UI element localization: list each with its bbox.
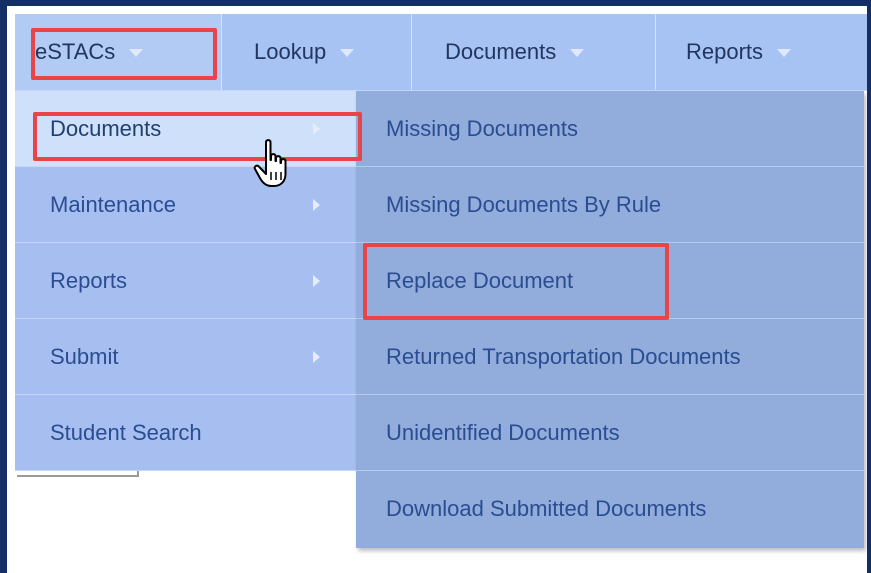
estacs-menu-item-submit[interactable]: Submit [15, 319, 356, 395]
hand-pointer-icon [253, 139, 287, 187]
documents-submenu: Missing Documents Missing Documents By R… [356, 91, 864, 548]
estacs-menu-item-maintenance[interactable]: Maintenance [15, 167, 356, 243]
estacs-menu-item-label: Maintenance [50, 191, 176, 217]
menu-estacs-label: eSTACs [35, 39, 116, 64]
estacs-dropdown-menu: Documents Maintenance Reports Submit Stu… [15, 91, 356, 471]
submenu-arrow-icon [313, 275, 320, 287]
menu-reports-label: Reports [686, 39, 764, 64]
menu-estacs[interactable]: eSTACs [15, 14, 221, 90]
menu-documents[interactable]: Documents [411, 14, 655, 90]
menu-lookup[interactable]: Lookup [221, 14, 411, 90]
screenshot-frame: eSTACs Lookup Documents Reports Document… [0, 0, 871, 573]
menu-documents-label: Documents [445, 39, 557, 64]
estacs-menu-item-label: Student Search [50, 419, 202, 445]
caret-down-icon [129, 49, 144, 57]
submenu-item-label: Replace Document [386, 267, 574, 293]
estacs-menu-item-label: Reports [50, 267, 128, 293]
submenu-item-missing-documents-by-rule[interactable]: Missing Documents By Rule [356, 167, 864, 243]
submenu-arrow-icon [313, 351, 320, 363]
submenu-item-download-submitted-documents[interactable]: Download Submitted Documents [356, 471, 864, 547]
submenu-item-label: Missing Documents By Rule [386, 191, 662, 217]
estacs-menu-item-student-search[interactable]: Student Search [15, 395, 356, 471]
submenu-item-label: Returned Transportation Documents [386, 343, 741, 369]
menu-reports[interactable]: Reports [655, 14, 867, 90]
caret-down-icon [777, 49, 792, 57]
estacs-menu-item-documents[interactable]: Documents [15, 91, 356, 167]
submenu-arrow-icon [313, 123, 320, 135]
frame-border-left [0, 0, 7, 573]
submenu-item-replace-document[interactable]: Replace Document [356, 243, 864, 319]
frame-border-right [867, 0, 871, 573]
submenu-item-returned-transportation-documents[interactable]: Returned Transportation Documents [356, 319, 864, 395]
submenu-item-label: Unidentified Documents [386, 419, 620, 445]
caret-down-icon [340, 49, 355, 57]
menu-lookup-label: Lookup [254, 39, 327, 64]
estacs-menu-item-label: Documents [50, 115, 162, 141]
caret-down-icon [570, 49, 585, 57]
submenu-item-label: Missing Documents [386, 115, 578, 141]
top-menu-bar: eSTACs Lookup Documents Reports [15, 14, 867, 91]
estacs-menu-item-label: Submit [50, 343, 119, 369]
page-content-edge [17, 471, 139, 477]
submenu-item-missing-documents[interactable]: Missing Documents [356, 91, 864, 167]
submenu-arrow-icon [313, 199, 320, 211]
estacs-menu-item-reports[interactable]: Reports [15, 243, 356, 319]
frame-border-top [0, 0, 871, 6]
submenu-item-unidentified-documents[interactable]: Unidentified Documents [356, 395, 864, 471]
submenu-item-label: Download Submitted Documents [386, 496, 707, 521]
